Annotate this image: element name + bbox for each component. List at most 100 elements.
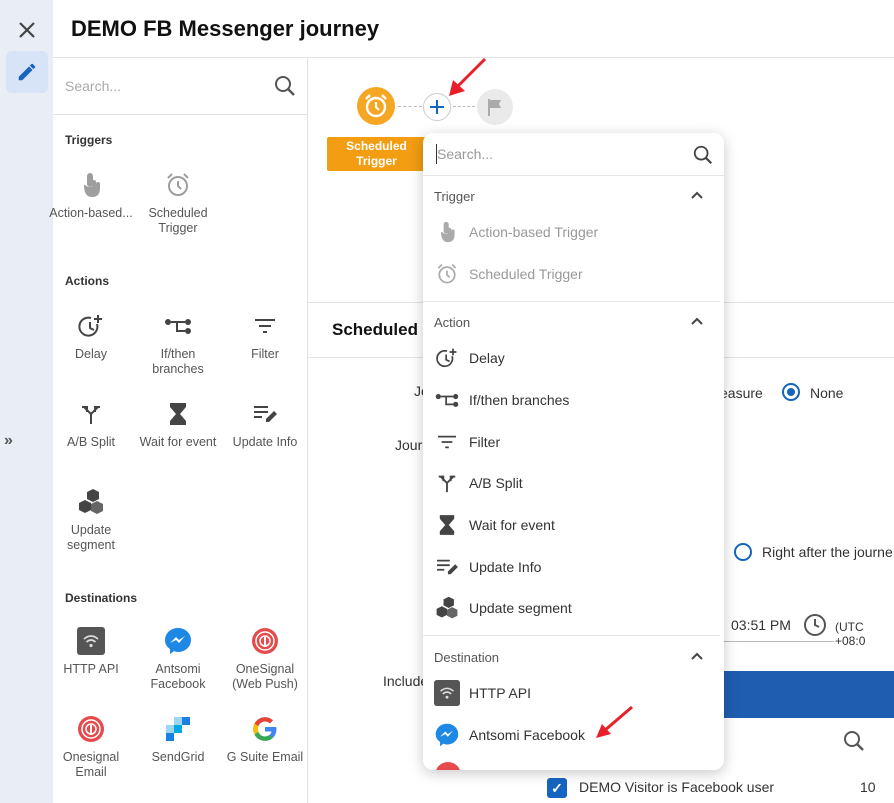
menu-item-label: Antsomi Facebook <box>469 727 585 743</box>
tile-label: SendGrid <box>151 750 205 764</box>
messenger-icon <box>434 722 460 748</box>
group-action: Action <box>434 315 471 330</box>
time-underline <box>724 641 834 642</box>
timezone-label: (UTC +08:0 <box>835 620 866 648</box>
menu-item-antsomi-facebook[interactable]: Antsomi Facebook <box>434 720 585 750</box>
edit-list-icon <box>434 554 460 580</box>
branches-icon <box>135 309 221 343</box>
tile-update-segment[interactable]: Update segment <box>48 485 134 553</box>
touch-icon <box>48 168 134 202</box>
connector-line <box>453 106 475 107</box>
node-panel: Search... Triggers Action-based... Sched… <box>49 58 308 803</box>
tile-scheduled-trigger[interactable]: Scheduled Trigger <box>135 168 221 236</box>
menu-item-update-segment[interactable]: Update segment <box>434 593 572 623</box>
messenger-icon <box>135 624 221 658</box>
section-actions: Actions <box>65 274 110 288</box>
menu-item-filter[interactable]: Filter <box>434 427 500 457</box>
scheduled-trigger-node[interactable] <box>357 87 395 125</box>
tile-label: Onesignal Email <box>62 750 120 779</box>
menu-item-http-api[interactable]: HTTP API <box>434 678 531 708</box>
annotation-arrow <box>449 57 487 96</box>
menu-item-label: Filter <box>469 434 501 450</box>
split-icon <box>434 470 460 496</box>
menu-item-wait-for-event[interactable]: Wait for event <box>434 510 555 540</box>
panel-search[interactable]: Search... <box>53 58 307 115</box>
menu-item-label: Delay <box>469 350 505 366</box>
tile-sendgrid[interactable]: SendGrid <box>135 712 221 765</box>
menu-item-delay[interactable]: Delay <box>434 343 505 373</box>
menu-item-scheduled-trigger[interactable]: Scheduled Trigger <box>434 259 583 289</box>
checkbox[interactable]: ✓ <box>547 778 567 798</box>
menu-item-branches[interactable]: If/then branches <box>434 385 569 415</box>
chevron-up-icon[interactable] <box>690 315 704 329</box>
expand-panel-icon[interactable]: » <box>4 432 13 450</box>
tile-delay[interactable]: Delay <box>48 309 134 362</box>
time-value[interactable]: 03:51 PM <box>731 617 791 633</box>
alarm-icon <box>135 168 221 202</box>
menu-item-update-info[interactable]: Update Info <box>434 552 541 582</box>
header: DEMO FB Messenger journey <box>53 0 894 58</box>
section-destinations: Destinations <box>65 591 138 605</box>
radio-none[interactable] <box>782 383 800 401</box>
tile-ab-split[interactable]: A/B Split <box>48 397 134 450</box>
clock-icon[interactable] <box>803 613 827 637</box>
tile-onesignal-web-push[interactable]: OneSignal (Web Push) <box>222 624 308 692</box>
chevron-up-icon[interactable] <box>690 189 704 203</box>
tile-label: A/B Split <box>67 435 115 449</box>
tile-label: Action-based... <box>49 206 133 220</box>
menu-item-label: Wait for event <box>469 517 555 533</box>
search-icon[interactable] <box>692 144 714 171</box>
tile-action-based[interactable]: Action-based... <box>48 168 134 221</box>
tile-label: OneSignal (Web Push) <box>232 662 298 691</box>
filter-icon <box>434 429 460 455</box>
section-triggers: Triggers <box>65 133 113 147</box>
menu-item-label: A/B Split <box>469 475 523 491</box>
tile-onesignal-email[interactable]: Onesignal Email <box>48 712 134 780</box>
menu-item-action-based-trigger[interactable]: Action-based Trigger <box>434 217 598 247</box>
hourglass-icon <box>135 397 221 431</box>
alarm-icon <box>365 94 387 118</box>
alarm-icon <box>434 261 460 287</box>
tile-label: Scheduled Trigger <box>148 206 208 235</box>
onesignal-icon <box>435 762 461 770</box>
chevron-up-icon[interactable] <box>690 650 704 664</box>
tile-gsuite-email[interactable]: G Suite Email <box>222 712 308 765</box>
scheduled-trigger-label[interactable]: Scheduled Trigger <box>327 137 426 171</box>
delay-icon <box>434 345 460 371</box>
onesignal-icon <box>48 712 134 746</box>
dropdown-search[interactable]: Search... <box>423 133 724 176</box>
split-icon <box>48 397 134 431</box>
menu-item-label: Update segment <box>469 600 572 616</box>
radio-right-after-label: Right after the journe <box>762 544 893 560</box>
tile-label: Update segment <box>67 523 115 552</box>
close-icon[interactable] <box>14 17 40 43</box>
tile-branches[interactable]: If/then branches <box>135 309 221 377</box>
dropdown-search-input[interactable]: Search... <box>437 146 493 162</box>
tile-label: G Suite Email <box>226 750 304 764</box>
tile-label: HTTP API <box>63 662 119 676</box>
add-node-dropdown: Search... Trigger Action-based Trigger S… <box>423 133 724 770</box>
tile-antsomi-facebook[interactable]: Antsomi Facebook <box>135 624 221 692</box>
search-icon[interactable] <box>842 729 866 753</box>
menu-item-label: Scheduled Trigger <box>469 266 583 282</box>
tile-update-info[interactable]: Update Info <box>222 397 308 450</box>
hexagons-icon <box>48 485 134 519</box>
pencil-icon[interactable] <box>6 51 48 93</box>
segment-row[interactable]: ✓ DEMO Visitor is Facebook user 10 <box>527 772 894 803</box>
branches-icon <box>434 387 460 413</box>
touch-icon <box>434 219 460 245</box>
tile-wait-for-event[interactable]: Wait for event <box>135 397 221 450</box>
tile-label: If/then branches <box>152 347 204 376</box>
segment-count: 10 <box>860 779 876 795</box>
panel-search-input[interactable]: Search... <box>65 78 121 94</box>
search-icon[interactable] <box>273 74 297 103</box>
tile-http-api[interactable]: HTTP API <box>48 624 134 677</box>
divider <box>423 635 720 636</box>
divider <box>423 301 720 302</box>
google-icon <box>222 712 308 746</box>
tile-filter[interactable]: Filter <box>222 309 308 362</box>
menu-item-ab-split[interactable]: A/B Split <box>434 468 523 498</box>
radio-right-after[interactable] <box>734 543 752 561</box>
tile-label: Filter <box>251 347 279 361</box>
page-title: DEMO FB Messenger journey <box>71 16 380 41</box>
